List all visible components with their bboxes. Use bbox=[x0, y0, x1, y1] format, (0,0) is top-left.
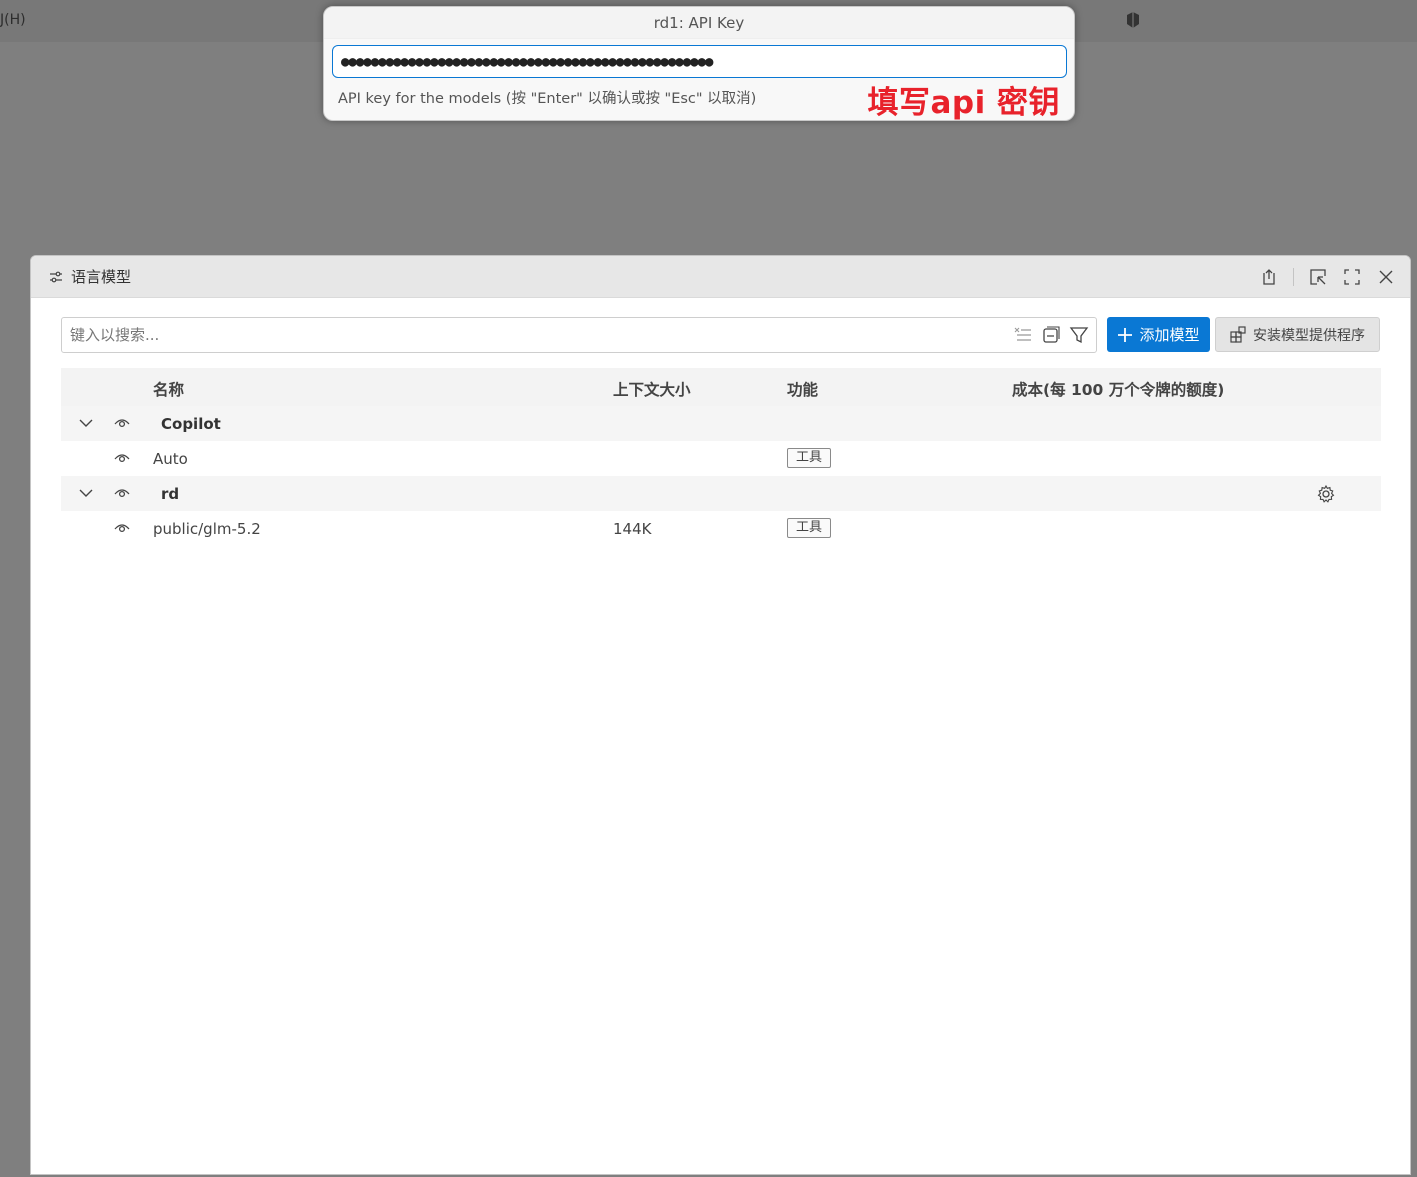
group-name: rd bbox=[161, 485, 180, 503]
search-input[interactable] bbox=[62, 319, 1012, 351]
help-menu[interactable]: J(H) bbox=[0, 12, 26, 28]
clear-filter-button[interactable] bbox=[1012, 324, 1034, 346]
table-row-group-copilot[interactable]: Copilot bbox=[61, 406, 1381, 441]
install-provider-button[interactable]: 安装模型提供程序 bbox=[1215, 317, 1380, 352]
copilot-icon[interactable] bbox=[1124, 11, 1142, 29]
table-header: 名称 上下文大小 功能 成本(每 100 万个令牌的额度) bbox=[61, 368, 1381, 406]
header-separator bbox=[1293, 268, 1294, 286]
add-model-button[interactable]: 添加模型 bbox=[1107, 317, 1210, 352]
api-key-input[interactable] bbox=[341, 53, 1058, 70]
column-context[interactable]: 上下文大小 bbox=[613, 378, 691, 400]
chevron-down-icon[interactable] bbox=[77, 414, 95, 432]
maximize-icon bbox=[1344, 269, 1360, 285]
pop-out-button[interactable] bbox=[1308, 267, 1328, 287]
column-capabilities[interactable]: 功能 bbox=[787, 378, 818, 400]
filter-button[interactable] bbox=[1068, 324, 1090, 346]
table-row-model-glm[interactable]: public/glm-5.2 144K 工具 bbox=[61, 511, 1381, 546]
search-actions bbox=[1012, 324, 1096, 346]
capability-tag: 工具 bbox=[787, 518, 832, 538]
model-name: Auto bbox=[153, 450, 188, 468]
annotation-label: 填写api 密钥 bbox=[867, 85, 1060, 121]
close-icon bbox=[1379, 270, 1393, 284]
model-context: 144K bbox=[613, 520, 652, 538]
collapse-all-icon bbox=[1043, 326, 1060, 343]
column-cost[interactable]: 成本(每 100 万个令牌的额度) bbox=[1012, 378, 1224, 400]
capability-tag: 工具 bbox=[787, 448, 832, 468]
filter-icon bbox=[1069, 327, 1089, 344]
model-name: public/glm-5.2 bbox=[153, 520, 261, 538]
plus-icon bbox=[1118, 327, 1133, 342]
export-button[interactable] bbox=[1259, 267, 1279, 287]
maximize-button[interactable] bbox=[1342, 267, 1362, 287]
table-row-group-rd[interactable]: rd bbox=[61, 476, 1381, 511]
install-provider-label: 安装模型提供程序 bbox=[1253, 327, 1365, 344]
export-icon bbox=[1263, 269, 1275, 285]
group-name: Copilot bbox=[161, 415, 221, 433]
language-models-panel: 语言模型 键入以搜索... 添加模型 安装模型提供程序 名称 上下文大小 功能 … bbox=[30, 255, 1411, 1175]
extensions-icon bbox=[1230, 326, 1246, 343]
column-name[interactable]: 名称 bbox=[153, 378, 184, 400]
table-row-model-auto[interactable]: Auto 工具 bbox=[61, 441, 1381, 476]
pop-out-icon bbox=[1310, 269, 1326, 285]
eye-icon[interactable] bbox=[113, 414, 131, 432]
panel-toolbar: 添加模型 安装模型提供程序 bbox=[61, 317, 1381, 353]
quick-input-title: rd1: API Key bbox=[324, 7, 1074, 39]
chevron-down-icon[interactable] bbox=[77, 484, 95, 502]
panel-header: 语言模型 bbox=[31, 256, 1410, 298]
header-actions bbox=[1259, 256, 1396, 298]
search-box bbox=[61, 317, 1097, 353]
clear-filter-icon bbox=[1014, 327, 1031, 341]
panel-title: 语言模型 bbox=[71, 268, 132, 286]
collapse-all-button[interactable] bbox=[1040, 324, 1062, 346]
add-model-label: 添加模型 bbox=[1139, 326, 1200, 344]
models-table: 名称 上下文大小 功能 成本(每 100 万个令牌的额度) Copilot Au… bbox=[61, 368, 1381, 546]
api-key-field-wrapper bbox=[332, 45, 1067, 78]
eye-icon[interactable] bbox=[113, 484, 131, 502]
settings-sliders-icon bbox=[50, 271, 62, 282]
eye-icon[interactable] bbox=[113, 519, 131, 537]
api-key-quick-input: rd1: API Key API key for the models (按 "… bbox=[323, 6, 1075, 121]
gear-icon[interactable] bbox=[1316, 484, 1336, 504]
close-button[interactable] bbox=[1376, 267, 1396, 287]
eye-icon[interactable] bbox=[113, 449, 131, 467]
quick-input-help: API key for the models (按 "Enter" 以确认或按 … bbox=[338, 91, 757, 107]
